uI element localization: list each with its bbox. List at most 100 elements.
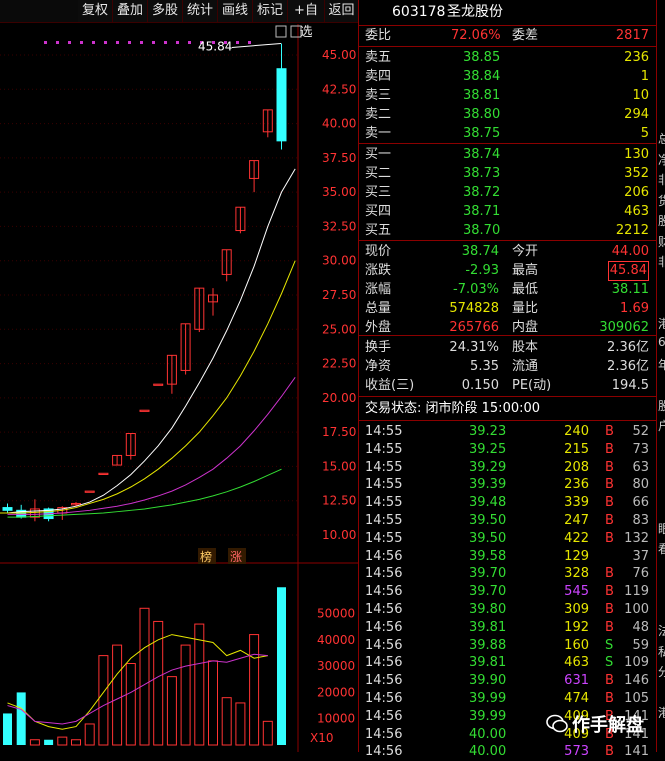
volume-bar bbox=[208, 660, 218, 746]
price-tick-label: 42.50 bbox=[322, 82, 356, 96]
price-tick-label: 35.00 bbox=[322, 185, 356, 199]
tick-volume: 339 bbox=[564, 495, 589, 511]
tick-volume: 474 bbox=[564, 691, 589, 706]
price-tick-label: 37.50 bbox=[322, 151, 356, 165]
tick-count: 105 bbox=[624, 691, 649, 706]
ask-row: 卖五 38.85 236 bbox=[359, 49, 657, 67]
tick-volume: 631 bbox=[564, 673, 589, 689]
price-tick-label: 30.00 bbox=[322, 254, 356, 268]
tick-count: 80 bbox=[632, 477, 649, 493]
tick-time: 14:56 bbox=[365, 619, 403, 635]
tick-side: B bbox=[605, 477, 614, 493]
moving-averages bbox=[0, 168, 296, 518]
volume-tick-label: 10000 bbox=[317, 712, 355, 726]
tick-row: 14:55 39.23 240 B 52 bbox=[359, 423, 657, 441]
stock-header: 603178 圣龙股份 bbox=[359, 4, 657, 24]
side-panel-char: 港 bbox=[658, 315, 665, 332]
side-panel-char: 股 bbox=[658, 397, 665, 414]
bid-row: 买三 38.72 206 bbox=[359, 184, 657, 202]
dotted-marker bbox=[44, 41, 47, 44]
tick-volume: 545 bbox=[564, 584, 589, 600]
tick-side: S bbox=[605, 637, 614, 653]
tick-volume: 422 bbox=[564, 530, 589, 546]
ask-row: 卖一 38.75 5 bbox=[359, 125, 657, 143]
tick-volume: 236 bbox=[564, 477, 589, 493]
side-panel-char: 看 bbox=[658, 540, 665, 557]
volume-unit-label: X10 bbox=[310, 731, 334, 745]
tick-price: 39.99 bbox=[469, 691, 507, 706]
price-tick-label: 10.00 bbox=[322, 528, 356, 542]
side-panel-char: 非 bbox=[658, 253, 665, 270]
stat-row: 涨幅 -7.03% 最低 38.11 bbox=[359, 281, 657, 299]
window-icon[interactable] bbox=[275, 25, 287, 38]
tick-price: 39.48 bbox=[469, 495, 507, 511]
tick-row: 14:55 39.48 339 B 66 bbox=[359, 494, 657, 512]
ma-white-line bbox=[7, 168, 296, 514]
tick-count: 141 bbox=[624, 744, 649, 760]
stat-label: 今开 bbox=[512, 244, 539, 259]
tick-time: 14:56 bbox=[365, 548, 403, 564]
tick-volume: 247 bbox=[564, 513, 589, 528]
stat-value: 5.35 bbox=[470, 359, 499, 374]
tick-side: B bbox=[605, 441, 614, 457]
watermark: 作手解盘 bbox=[546, 710, 661, 738]
bid-volume: 130 bbox=[624, 147, 649, 162]
bid-label: 买二 bbox=[365, 166, 392, 181]
tick-side: B bbox=[605, 744, 614, 760]
tick-volume: 573 bbox=[564, 744, 589, 760]
stock-name: 圣龙股份 bbox=[447, 4, 503, 20]
divider bbox=[359, 25, 657, 26]
tick-row: 14:55 39.39 236 B 80 bbox=[359, 476, 657, 494]
bid-price: 38.71 bbox=[463, 204, 501, 219]
price-axis: 45.00 42.50 40.00 37.50 35.00 32.50 30.00 27.50… bbox=[322, 48, 356, 542]
tick-volume: 328 bbox=[564, 566, 589, 582]
stat2-row: 换手 24.31% 股本 2.36亿 bbox=[359, 339, 657, 357]
tick-side: B bbox=[605, 424, 614, 439]
dotted-marker bbox=[116, 41, 119, 44]
volume-axis: 50000 40000 30000 20000 10000 X10 bbox=[310, 607, 355, 745]
stat-value: 38.11 bbox=[611, 282, 649, 297]
volume-bar bbox=[277, 587, 286, 745]
tick-count: 146 bbox=[624, 673, 649, 689]
restore-icon[interactable] bbox=[290, 25, 302, 38]
tick-price: 40.00 bbox=[469, 726, 507, 742]
volume-bar bbox=[84, 723, 95, 746]
bid-volume: 206 bbox=[624, 185, 649, 200]
stat-label: 涨幅 bbox=[365, 282, 392, 297]
volume-bar bbox=[98, 655, 109, 746]
tick-count: 109 bbox=[624, 655, 649, 671]
tick-price: 39.29 bbox=[469, 459, 507, 475]
stat-value: -2.93 bbox=[465, 263, 499, 278]
dotted-marker bbox=[92, 41, 95, 44]
ask-row: 卖三 38.81 10 bbox=[359, 87, 657, 105]
stat-label: 流通 bbox=[512, 359, 539, 374]
tick-row: 14:55 39.50 422 B 132 bbox=[359, 530, 657, 548]
volume-bar bbox=[57, 736, 68, 746]
vol-ma-yellow bbox=[7, 634, 268, 730]
tick-side: B bbox=[605, 566, 614, 582]
tick-price: 39.25 bbox=[469, 441, 507, 457]
quote-panel: 603178 圣龙股份 委比 72.06% 委差 2817 卖五 38.85 236… bbox=[358, 0, 657, 759]
ask-label: 卖一 bbox=[365, 126, 392, 141]
tick-volume: 160 bbox=[564, 637, 589, 653]
ask-label: 卖三 bbox=[365, 88, 392, 103]
tick-volume: 309 bbox=[564, 602, 589, 617]
tick-time: 14:55 bbox=[365, 441, 403, 457]
tick-count: 83 bbox=[632, 513, 649, 528]
tick-side: S bbox=[605, 655, 614, 671]
stat-value: 0.150 bbox=[461, 378, 499, 393]
stat2-row: 净资 5.35 流通 2.36亿 bbox=[359, 358, 657, 376]
ask-volume: 1 bbox=[640, 69, 649, 84]
tick-time: 14:55 bbox=[365, 424, 403, 439]
bid-label: 买一 bbox=[365, 147, 392, 162]
kline-chart: 45.00 42.50 40.00 37.50 35.00 32.50 30.00 27.50… bbox=[0, 24, 358, 752]
tick-count: 119 bbox=[624, 584, 649, 600]
trade-status: 交易状态: 闭市阶段 15:00:00 bbox=[365, 401, 541, 416]
price-tick-label: 20.00 bbox=[322, 391, 356, 405]
tick-time: 14:56 bbox=[365, 584, 403, 600]
dotted-marker bbox=[104, 41, 107, 44]
ask-price: 38.85 bbox=[463, 50, 501, 65]
dotted-marker bbox=[152, 41, 155, 44]
side-panel-char: 净 bbox=[658, 151, 665, 168]
side-panel-char: 法 bbox=[658, 622, 665, 639]
